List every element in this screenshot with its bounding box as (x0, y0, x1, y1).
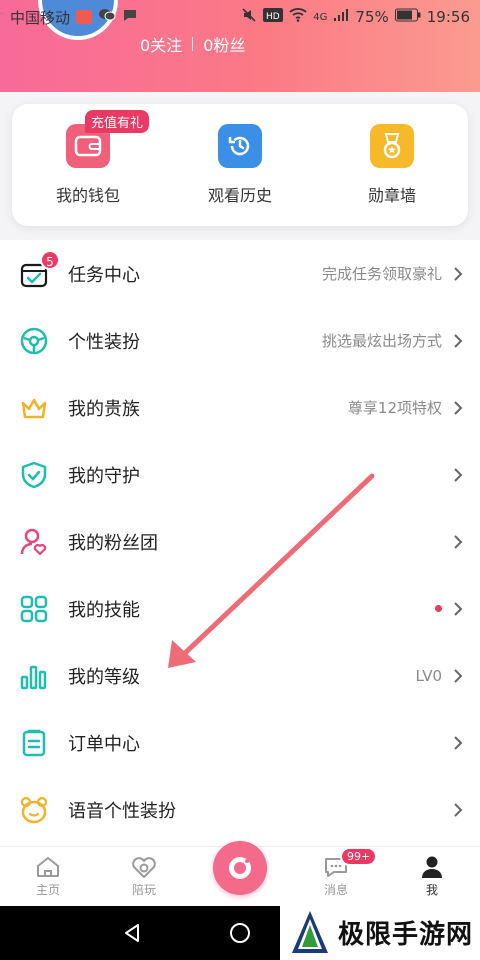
shield-check-icon (16, 457, 52, 493)
clock: 19:56 (426, 8, 470, 26)
medal-icon (370, 124, 414, 168)
medal-wall-label: 勋章墙 (367, 186, 416, 205)
heart-icon (132, 857, 156, 878)
network-type: 4G (313, 11, 328, 23)
wallet-label: 我的钱包 (55, 186, 120, 205)
grid-icon (16, 591, 52, 627)
nav-companion[interactable]: 陪玩 (96, 855, 192, 898)
nav-label: 主页 (35, 883, 60, 897)
chevron-right-icon (454, 467, 463, 482)
wechat-icon (98, 8, 116, 26)
steering-wheel-icon (16, 323, 52, 359)
back-icon[interactable] (108, 913, 156, 953)
history-clock-icon (218, 124, 262, 168)
chevron-right-icon (454, 534, 463, 549)
menu-label: 个性装扮 (68, 331, 140, 353)
fans-count[interactable]: 0粉丝 (203, 32, 245, 56)
menu-label: 我的守护 (68, 465, 140, 487)
menu-label: 我的技能 (68, 599, 140, 621)
menu-label: 我的等级 (68, 666, 140, 688)
menu-item-voice-dressup[interactable]: 语音个性装扮 (0, 776, 480, 843)
menu-hint: 尊享12项特权 (347, 399, 442, 417)
menu-hint: 挑选最炫出场方式 (321, 332, 442, 350)
menu-item-nobility[interactable]: 我的贵族 尊享12项特权 (0, 374, 480, 441)
nav-go-live[interactable] (192, 840, 288, 895)
nav-label: 陪玩 (131, 883, 156, 897)
task-badge: 5 (40, 249, 60, 270)
user-heart-icon (16, 524, 52, 560)
menu-item-task-center[interactable]: 5 任务中心 完成任务领取豪礼 (0, 240, 480, 307)
watch-history-button[interactable]: 观看历史 (175, 124, 305, 206)
app-notification-icon (76, 10, 93, 24)
wifi-icon (289, 8, 307, 26)
menu-label: 我的粉丝团 (68, 532, 158, 554)
chevron-right-icon (454, 601, 463, 616)
svg-text:HD: HD (266, 12, 280, 22)
menu-item-personal-dressup[interactable]: 个性装扮 挑选最炫出场方式 (0, 307, 480, 374)
recharge-promo-tag: 充值有礼 (85, 110, 150, 133)
menu-label: 我的贵族 (68, 398, 140, 420)
wallet-button[interactable]: 充值有礼 我的钱包 (23, 110, 153, 206)
bottom-navigation: 主页 陪玩 99+ 消息 我 (0, 840, 480, 906)
quick-actions-card: 充值有礼 我的钱包 观看历史 勋章墙 (12, 104, 468, 226)
menu-label: 任务中心 (68, 264, 140, 286)
home-icon (37, 857, 59, 877)
follow-stats: 0关注 0粉丝 (140, 32, 245, 56)
nav-label: 我 (425, 883, 438, 897)
chevron-right-icon (454, 400, 463, 415)
menu-item-order-center[interactable]: 订单中心 (0, 709, 480, 776)
nav-label: 消息 (323, 883, 348, 897)
nav-home[interactable]: 主页 (0, 855, 96, 898)
watermark-logo-icon (292, 911, 328, 953)
crown-icon (16, 390, 52, 426)
battery-percent: 75% (355, 8, 389, 26)
site-watermark: 极限手游网 (280, 904, 480, 960)
chevron-right-icon (454, 735, 463, 750)
menu-list: 5 任务中心 完成任务领取豪礼 个性装扮 挑选最炫出场方式 我的贵族 尊享12项… (0, 240, 480, 846)
mute-icon (241, 7, 257, 27)
chevron-right-icon (454, 266, 463, 281)
menu-label: 语音个性装扮 (68, 800, 176, 822)
watermark-text: 极限手游网 (338, 919, 474, 950)
chevron-right-icon (454, 333, 463, 348)
nav-messages[interactable]: 99+ 消息 (288, 847, 384, 898)
status-bar: 中国移动 HD 4G 75% 19:56 (0, 0, 480, 34)
medal-wall-button[interactable]: 勋章墙 (327, 124, 457, 206)
signal-icon (333, 8, 349, 26)
bar-chart-icon (16, 658, 52, 694)
chat-bubble-icon (122, 8, 138, 26)
menu-label: 订单中心 (68, 733, 140, 755)
new-indicator-dot (435, 605, 442, 612)
menu-hint: LV0 (415, 666, 442, 685)
battery-icon (394, 8, 421, 26)
divider (192, 37, 194, 51)
task-calendar-icon: 5 (16, 249, 60, 292)
menu-item-level[interactable]: 我的等级 LV0 (0, 642, 480, 709)
person-icon (422, 856, 442, 878)
menu-hint: 完成任务领取豪礼 (321, 265, 442, 283)
chevron-right-icon (454, 668, 463, 683)
carrier-label: 中国移动 (10, 8, 71, 27)
follow-count[interactable]: 0关注 (140, 32, 182, 56)
menu-item-guardian[interactable]: 我的守护 (0, 441, 480, 508)
watch-history-label: 观看历史 (207, 186, 272, 205)
menu-item-skills[interactable]: 我的技能 (0, 575, 480, 642)
menu-item-fan-club[interactable]: 我的粉丝团 (0, 508, 480, 575)
chevron-right-icon (454, 802, 463, 817)
home-circle-icon[interactable] (216, 913, 264, 953)
nav-me[interactable]: 我 (384, 855, 480, 898)
message-count-badge: 99+ (340, 847, 378, 866)
live-camera-icon (213, 840, 267, 895)
hd-icon: HD (263, 8, 284, 26)
bear-icon (16, 792, 52, 828)
clipboard-icon (16, 725, 52, 761)
